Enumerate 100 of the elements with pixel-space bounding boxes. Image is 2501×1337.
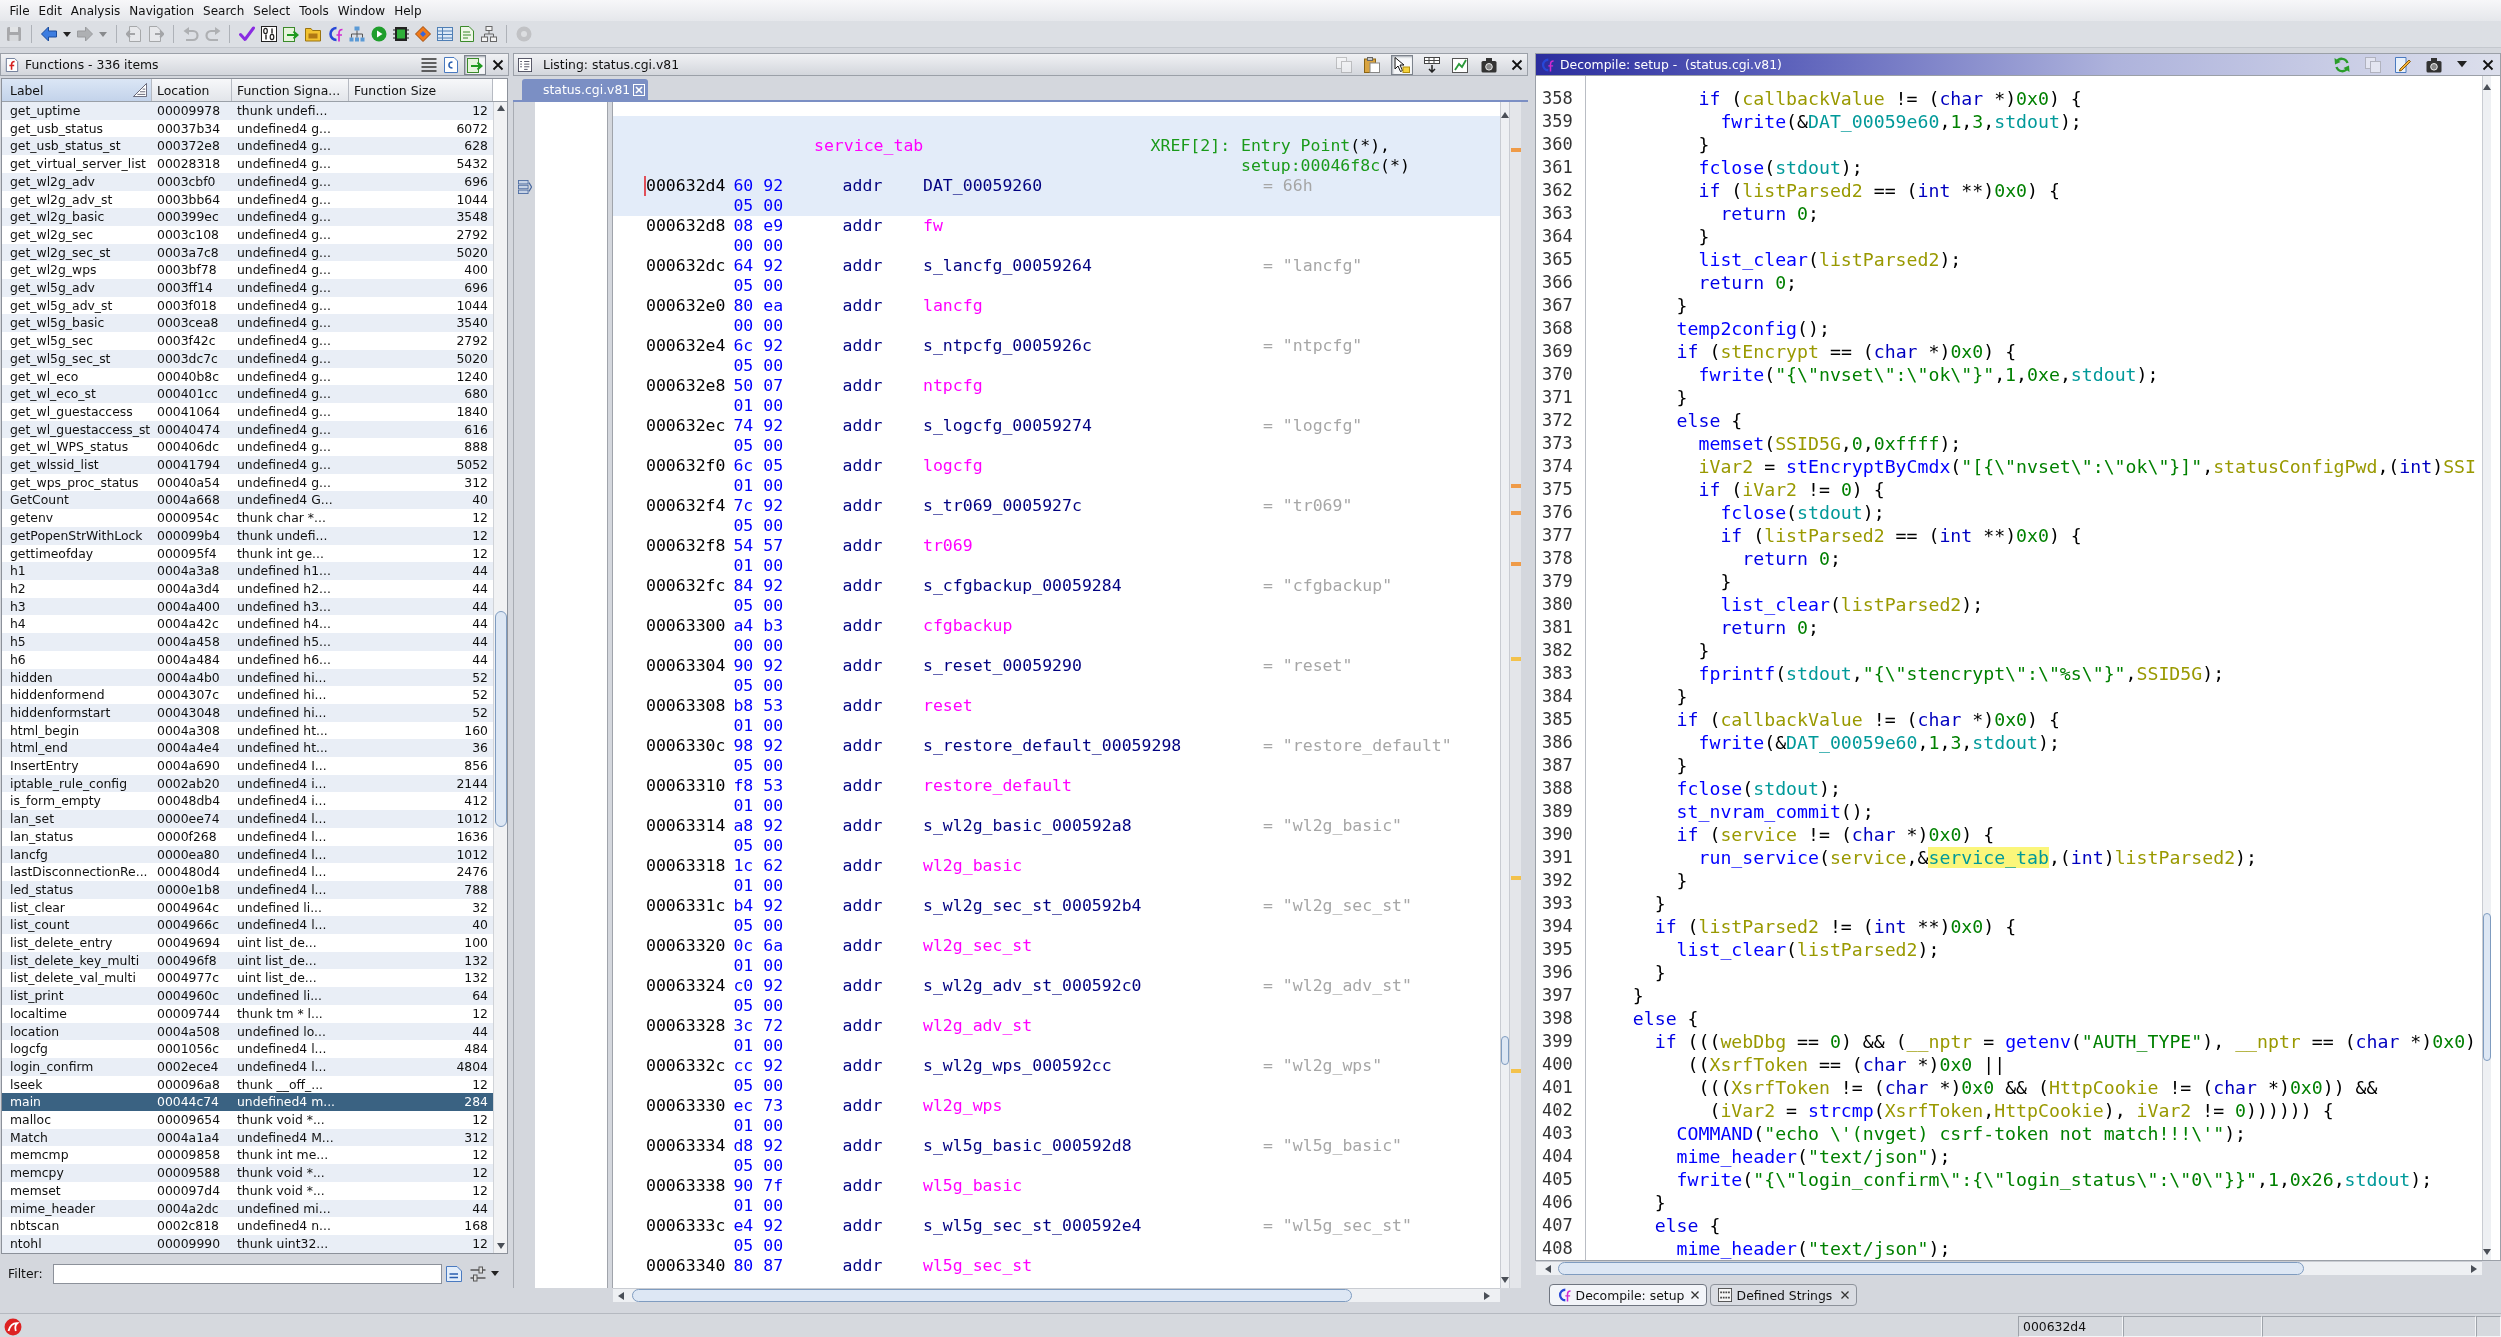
filter-field[interactable] bbox=[52, 1263, 442, 1284]
table-row[interactable]: lan_status 0000f268 undefined4 l... 1636 bbox=[2, 827, 493, 846]
table-row[interactable]: html_begin 0004a308 undefined ht... 160 bbox=[2, 721, 493, 740]
tab[interactable]: Defined Strings bbox=[1709, 1284, 1858, 1306]
table-row[interactable]: get_wl5g_adv 0003ff14 undefined4 g... 696 bbox=[2, 279, 493, 297]
table-row[interactable]: get_wl2g_sec 0003c108 undefined4 g... 2792 bbox=[2, 225, 493, 244]
code-unit[interactable]: 000632f8 54 57 addr tr069 01 00 bbox=[613, 536, 1500, 576]
table-row[interactable]: iptable_rule_config 0002ab20 undefined4 i... 2144 bbox=[2, 774, 493, 793]
table-row[interactable]: hiddenformstart 00043048 undefined hi... 52 bbox=[2, 703, 493, 722]
table-row[interactable]: h4 0004a42c undefined h4... 44 bbox=[2, 615, 493, 634]
menu-item[interactable]: Analysis bbox=[66, 2, 125, 19]
toolbar-button[interactable] bbox=[258, 23, 280, 45]
code-unit[interactable]: 0006333c e4 92 addr s_wl5g_sec_st_000592e4 = "wl5g_sec_st" 05 00 bbox=[613, 1216, 1500, 1256]
table-row[interactable]: ntohl 00009990 thunk uint32... 12 bbox=[2, 1235, 493, 1253]
panel-button[interactable] bbox=[1391, 54, 1413, 75]
scrollbar[interactable] bbox=[493, 102, 507, 1253]
table-row[interactable]: location 0004a508 undefined lo... 44 bbox=[2, 1022, 493, 1041]
table-row[interactable]: h1 0004a3a8 undefined h1... 44 bbox=[2, 562, 493, 580]
scrollbar[interactable] bbox=[1500, 102, 1509, 1288]
menu-item[interactable]: File bbox=[5, 2, 35, 19]
down-arrow-icon[interactable] bbox=[2483, 1249, 2491, 1255]
table-row[interactable]: get_wl2g_wps 0003bf78 undefined4 g... 400 bbox=[2, 261, 493, 280]
code-unit[interactable]: 00063308 b8 53 addr reset 01 00 bbox=[613, 696, 1500, 736]
right-arrow-icon[interactable] bbox=[1484, 1291, 1490, 1300]
table-row[interactable]: list_delete_key_multi 000496f8 uint list_de... 132 bbox=[2, 951, 493, 970]
code-unit[interactable]: 00063340 80 87 addr wl5g_sec_st bbox=[613, 1256, 1500, 1276]
table-row[interactable]: InsertEntry 0004a690 undefined4 I... 856 bbox=[2, 757, 493, 775]
table-row[interactable]: lastDisconnectionRe... 000480d4 undefined4 l... 2476 bbox=[2, 863, 493, 881]
table-row[interactable]: get_wl2g_sec_st 0003a7c8 undefined4 g... 5020 bbox=[2, 243, 493, 262]
table-row[interactable]: list_clear 0004964c undefined li... 32 bbox=[2, 898, 493, 917]
up-arrow-icon[interactable] bbox=[1501, 112, 1509, 118]
left-arrow-icon[interactable] bbox=[1545, 1264, 1551, 1273]
table-row[interactable]: get_wl5g_sec_st 0003dc7c undefined4 g... 5020 bbox=[2, 349, 493, 368]
settings-icon[interactable] bbox=[470, 1265, 487, 1282]
menu-item[interactable]: Window bbox=[333, 2, 390, 19]
tab[interactable]: Decompile: setup bbox=[1548, 1284, 1707, 1306]
up-arrow-icon[interactable] bbox=[496, 105, 505, 111]
down-arrow-icon[interactable] bbox=[496, 1242, 505, 1249]
table-row[interactable]: lancfg 0000ea80 undefined4 l... 1012 bbox=[2, 845, 493, 864]
right-arrow-icon[interactable] bbox=[2471, 1264, 2477, 1273]
scrollbar[interactable] bbox=[2482, 76, 2491, 1260]
menu-item[interactable]: Search bbox=[198, 2, 249, 19]
code-unit[interactable]: 000632e8 50 07 addr ntpcfg 01 00 bbox=[613, 376, 1500, 416]
table-row[interactable]: get_wl_eco_st 000401cc undefined4 g... 680 bbox=[2, 385, 493, 403]
table-row[interactable]: get_wl_guestaccess_st 00040474 undefined4 g... 616 bbox=[2, 420, 493, 439]
table-row[interactable]: get_wl_eco 00040b8c undefined4 g... 1240 bbox=[2, 367, 493, 386]
scrollbar-thumb[interactable] bbox=[631, 1289, 1352, 1302]
menu-item[interactable]: Select bbox=[248, 2, 295, 19]
table-row[interactable]: get_wl5g_adv_st 0003f018 undefined4 g... 1044 bbox=[2, 296, 493, 315]
menu-item[interactable]: Navigation bbox=[124, 2, 199, 19]
table-row[interactable]: malloc 00009654 thunk void *... 12 bbox=[2, 1111, 493, 1129]
table-row[interactable]: GetCount 0004a668 undefined4 G... 40 bbox=[2, 491, 493, 510]
table-row[interactable]: lan_set 0000ee74 undefined4 l... 1012 bbox=[2, 810, 493, 828]
table-row[interactable]: get_wlssid_list 00041794 undefined4 g... 5052 bbox=[2, 456, 493, 474]
table-row[interactable]: h3 0004a400 undefined h3... 44 bbox=[2, 597, 493, 616]
table-row[interactable]: logcfg 0001056c undefined4 l... 484 bbox=[2, 1040, 493, 1058]
table-row[interactable]: gettimeofday 000095f4 thunk int ge... 12 bbox=[2, 544, 493, 563]
code-unit[interactable]: 00063334 d8 92 addr s_wl5g_basic_000592d8 = "wl5g_basic" 05 00 bbox=[613, 1136, 1500, 1176]
table-row[interactable]: is_form_empty 00048db4 undefined4 i... 412 bbox=[2, 792, 493, 811]
code-unit[interactable]: 00063300 a4 b3 addr cfgbackup 00 00 bbox=[613, 616, 1500, 656]
close-icon[interactable] bbox=[1841, 1291, 1850, 1299]
table-row[interactable]: get_usb_status 00037b34 undefined4 g... 6072 bbox=[2, 119, 493, 138]
table-row[interactable]: getenv 0000954c thunk char *... 12 bbox=[2, 509, 493, 527]
table-row[interactable]: hidden 0004a4b0 undefined hi... 52 bbox=[2, 668, 493, 687]
left-arrow-icon[interactable] bbox=[618, 1291, 624, 1300]
scrollbar-thumb[interactable] bbox=[2483, 913, 2491, 1061]
column-header[interactable]: Location bbox=[152, 79, 232, 101]
code-unit[interactable]: 0006331c b4 92 addr s_wl2g_sec_st_000592b4 = "wl2g_sec_st" 05 00 bbox=[613, 896, 1500, 936]
table-row[interactable]: list_delete_val_multi 0004977c uint list_de... 132 bbox=[2, 969, 493, 988]
code-unit[interactable]: 00063314 a8 92 addr s_wl2g_basic_000592a8 = "wl2g_basic" 05 00 bbox=[613, 816, 1500, 856]
scrollbar-thumb[interactable] bbox=[494, 611, 507, 827]
code-unit[interactable]: 000632d8 08 e9 addr fw 00 00 bbox=[613, 216, 1500, 256]
table-row[interactable]: Match 0004a1a4 undefined4 M... 312 bbox=[2, 1128, 493, 1147]
table-row[interactable]: get_wl2g_adv 0003cbf0 undefined4 g... 696 bbox=[2, 172, 493, 191]
table-row[interactable]: get_wl5g_sec 0003f42c undefined4 g... 2792 bbox=[2, 332, 493, 350]
close-icon[interactable] bbox=[1690, 1291, 1699, 1299]
scrollbar[interactable] bbox=[613, 1288, 1500, 1302]
panel-button[interactable] bbox=[1423, 54, 1441, 75]
table-row[interactable]: get_uptime 00009978 thunk undefi... 12 bbox=[2, 102, 493, 120]
down-arrow-icon[interactable] bbox=[1501, 1277, 1509, 1283]
table-row[interactable]: getPopenStrWithLock 000099b4 thunk undefi... 12 bbox=[2, 526, 493, 545]
table-row[interactable]: localtime 00009744 thunk tm * l... 12 bbox=[2, 1004, 493, 1023]
menu-item[interactable]: Help bbox=[389, 2, 427, 19]
table-row[interactable]: lseek 000096a8 thunk __off_... 12 bbox=[2, 1075, 493, 1094]
table-row[interactable]: memcmp 00009858 thunk int me... 12 bbox=[2, 1146, 493, 1165]
table-row[interactable]: list_print 0004960c undefined li... 64 bbox=[2, 987, 493, 1005]
code-unit[interactable]: 00063324 c0 92 addr s_wl2g_adv_st_000592c0 = "wl2g_adv_st" 05 00 bbox=[613, 976, 1500, 1016]
table-row[interactable]: get_wl2g_adv_st 0003bb64 undefined4 g... 1044 bbox=[2, 190, 493, 209]
menu-item[interactable]: Tools bbox=[294, 2, 334, 19]
code-unit[interactable]: 000632ec 74 92 addr s_logcfg_00059274 = "logcfg" 05 00 bbox=[613, 416, 1500, 456]
table-row[interactable]: list_delete_entry 00049694 uint list_de... 100 bbox=[2, 934, 493, 952]
table-row[interactable]: nbtscan 0002c818 undefined4 n... 168 bbox=[2, 1217, 493, 1235]
scrollbar-thumb[interactable] bbox=[1558, 1262, 2304, 1275]
filter-options-icon[interactable] bbox=[446, 1265, 463, 1282]
table-row[interactable]: h5 0004a458 undefined h5... 44 bbox=[2, 633, 493, 651]
table-row[interactable]: get_wl_WPS_status 000406dc undefined4 g... 888 bbox=[2, 438, 493, 457]
table-row[interactable]: memcpy 00009588 thunk void *... 12 bbox=[2, 1164, 493, 1182]
table-row[interactable]: html_end 0004a4e4 undefined ht... 36 bbox=[2, 739, 493, 757]
code-unit[interactable]: 000632e0 80 ea addr lancfg 00 00 bbox=[613, 296, 1500, 336]
code-unit[interactable]: service_tab XREF[2]: Entry Point(*), setup:00046f8c(*) 000632d4 60 92 addr DAT_00059260 = 66h 05 00 bbox=[613, 116, 1500, 216]
